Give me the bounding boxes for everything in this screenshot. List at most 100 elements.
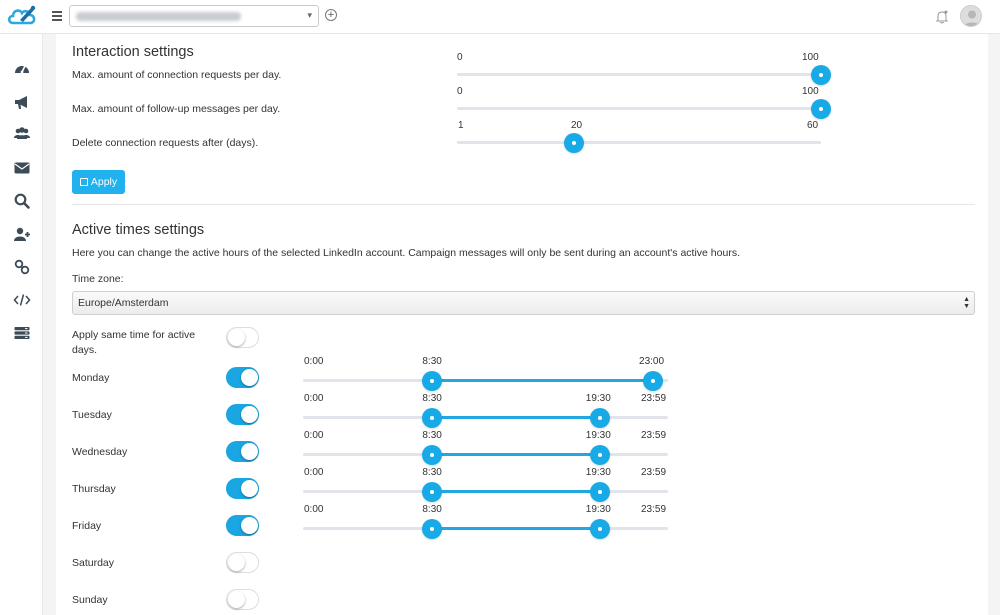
app-logo[interactable] [6, 4, 40, 30]
delete-requests-min: 1 [458, 120, 464, 131]
menu-toggle-icon[interactable] [52, 11, 62, 21]
thursday-range-end-label: 19:30 [585, 467, 611, 478]
connection-requests-handle[interactable] [811, 65, 831, 85]
section-divider [72, 204, 975, 205]
top-bar: ▾ + [0, 0, 1000, 34]
thursday-time-range-fill [432, 490, 600, 493]
friday-range-end-label: 19:30 [585, 504, 611, 515]
friday-time-range-fill [432, 527, 600, 530]
code-icon[interactable] [13, 291, 31, 309]
sunday-label: Sunday [72, 594, 108, 606]
friday-end-handle[interactable] [589, 519, 610, 539]
follow-up-messages-label: Max. amount of follow-up messages per da… [72, 103, 281, 115]
same-time-toggle[interactable] [226, 327, 259, 348]
friday-range-max: 23:59 [641, 504, 667, 515]
timezone-select[interactable]: Europe/Amsterdam ▲ ▼ [72, 291, 975, 315]
tuesday-start-handle[interactable] [422, 408, 443, 428]
monday-end-handle[interactable] [643, 371, 664, 391]
monday-range-end-label: 23:00 [639, 356, 665, 367]
dashboard-icon[interactable] [13, 60, 31, 78]
thursday-range-min: 0:00 [304, 467, 324, 478]
users-icon[interactable] [13, 124, 31, 142]
wednesday-range-min: 0:00 [304, 430, 324, 441]
wednesday-label: Wednesday [72, 446, 128, 458]
active-times-description: Here you can change the active hours of … [72, 247, 740, 259]
wednesday-range-max: 23:59 [641, 430, 667, 441]
sunday-toggle-knob [228, 591, 245, 608]
thursday-start-handle[interactable] [422, 482, 443, 502]
server-icon[interactable] [13, 324, 31, 342]
wednesday-time-range-fill [432, 453, 600, 456]
friday-label: Friday [72, 520, 102, 532]
save-icon [79, 178, 88, 186]
connection-requests-max: 100 [802, 52, 819, 63]
monday-range-min: 0:00 [304, 356, 324, 367]
sunday-toggle[interactable] [226, 589, 259, 610]
follow-up-messages-min: 0 [457, 86, 463, 97]
tuesday-label: Tuesday [72, 409, 112, 421]
thursday-label: Thursday [72, 483, 116, 495]
wednesday-range-start-label: 8:30 [422, 430, 442, 441]
apply-button[interactable]: Apply [72, 170, 125, 194]
wednesday-end-handle[interactable] [589, 445, 610, 465]
bell-icon[interactable] [934, 9, 950, 25]
avatar[interactable] [960, 5, 982, 27]
friday-start-handle[interactable] [422, 519, 443, 539]
timezone-value: Europe/Amsterdam [78, 297, 169, 309]
tuesday-time-range-fill [432, 416, 600, 419]
connection-requests-slider[interactable] [457, 73, 821, 76]
monday-toggle[interactable] [226, 367, 259, 388]
wednesday-toggle-knob [241, 443, 258, 460]
tuesday-range-start-label: 8:30 [422, 393, 442, 404]
account-select[interactable]: ▾ [69, 5, 319, 27]
thursday-range-start-label: 8:30 [422, 467, 442, 478]
delete-requests-max: 60 [807, 120, 819, 131]
monday-toggle-knob [241, 369, 258, 386]
monday-range-start-label: 8:30 [422, 356, 442, 367]
saturday-label: Saturday [72, 557, 115, 569]
delete-requests-value: 20 [571, 120, 583, 131]
saturday-toggle[interactable] [226, 552, 259, 573]
thursday-end-handle[interactable] [589, 482, 610, 502]
monday-time-range-fill [432, 379, 654, 382]
wednesday-toggle[interactable] [226, 441, 259, 462]
delete-requests-handle[interactable] [564, 133, 585, 153]
friday-range-min: 0:00 [304, 504, 324, 515]
user-icon [964, 10, 980, 26]
same-time-label: Apply same time for active days. [72, 329, 196, 356]
tuesday-range-min: 0:00 [304, 393, 324, 404]
friday-toggle-knob [241, 517, 258, 534]
tuesday-range-end-label: 19:30 [585, 393, 611, 404]
tuesday-range-max: 23:59 [641, 393, 667, 404]
follow-up-messages-handle[interactable] [811, 99, 831, 119]
follow-up-messages-max: 100 [802, 86, 819, 97]
settings-panel: Interaction settings Max. amount of conn… [56, 34, 988, 615]
add-account-button[interactable]: + [325, 9, 337, 21]
search-icon[interactable] [13, 192, 31, 210]
tuesday-toggle-knob [241, 406, 258, 423]
timezone-label: Time zone: [72, 273, 124, 285]
link-icon[interactable] [13, 258, 31, 276]
tuesday-end-handle[interactable] [589, 408, 610, 428]
thursday-toggle[interactable] [226, 478, 259, 499]
tuesday-toggle[interactable] [226, 404, 259, 425]
sidebar [0, 34, 43, 615]
account-name-redacted [76, 12, 241, 21]
thursday-range-max: 23:59 [641, 467, 667, 478]
add-user-icon[interactable] [13, 225, 31, 243]
megaphone-icon[interactable] [13, 93, 31, 111]
wednesday-range-end-label: 19:30 [585, 430, 611, 441]
delete-requests-slider[interactable] [457, 141, 821, 144]
follow-up-messages-slider[interactable] [457, 107, 821, 110]
chevron-down-icon: ▾ [307, 10, 312, 20]
friday-range-start-label: 8:30 [422, 504, 442, 515]
delete-requests-label: Delete connection requests after (days). [72, 137, 259, 149]
wednesday-start-handle[interactable] [422, 445, 443, 465]
apply-button-label: Apply [90, 176, 118, 188]
friday-toggle[interactable] [226, 515, 259, 536]
saturday-toggle-knob [228, 554, 245, 571]
monday-start-handle[interactable] [422, 371, 443, 391]
envelope-icon[interactable] [13, 159, 31, 177]
connection-requests-min: 0 [457, 52, 463, 63]
interaction-settings-title: Interaction settings [72, 44, 194, 60]
